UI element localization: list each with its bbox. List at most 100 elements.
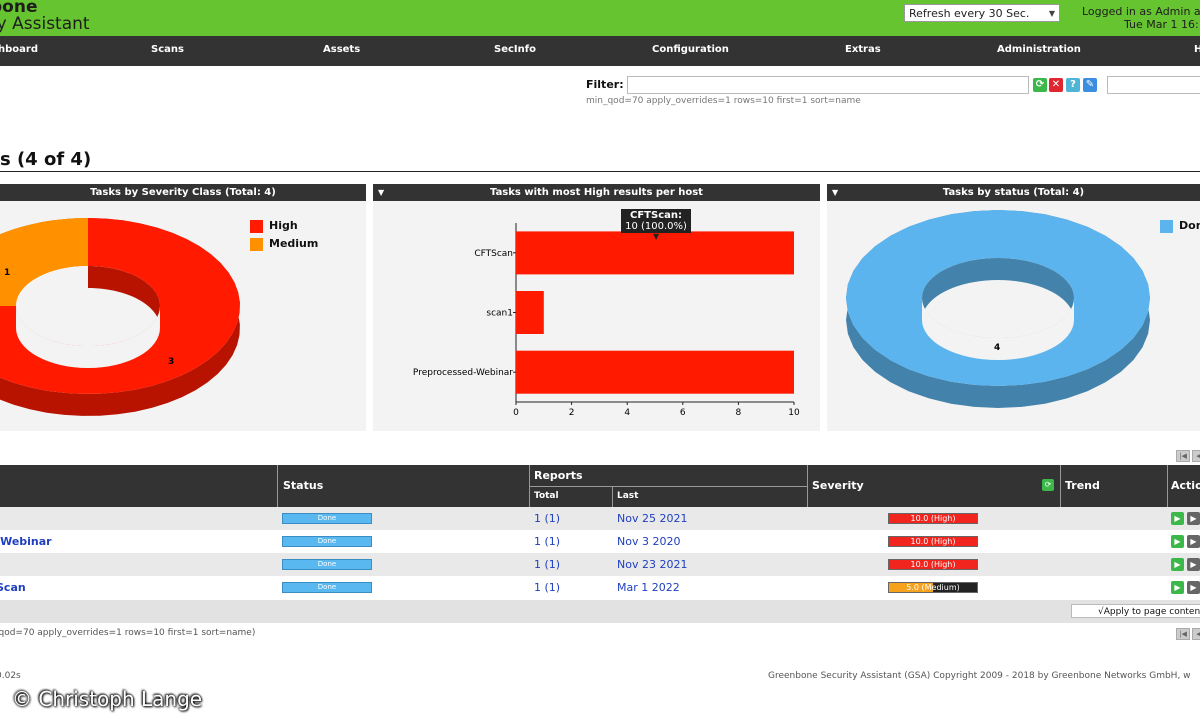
status-title-text: Tasks by status (Total: 4) <box>942 187 1085 198</box>
refresh-select[interactable]: Refresh every 30 Sec. ▼ <box>904 4 1060 22</box>
x-tick-label: 8 <box>736 408 742 418</box>
slice-label-high: 3 <box>168 357 174 367</box>
tooltip-value: 10 (100.0%) <box>625 221 687 232</box>
legend-done-swatch <box>1160 220 1173 233</box>
header-trend[interactable]: Trend <box>1065 479 1100 492</box>
collapse-icon[interactable]: ▼ <box>832 184 838 201</box>
status-badge: Done <box>282 582 372 593</box>
header-last[interactable]: Last <box>617 491 638 501</box>
start-task-icon[interactable]: ▶ <box>1171 558 1184 571</box>
start-task-icon[interactable]: ▶ <box>1171 535 1184 548</box>
x-tick-label: 2 <box>569 408 575 418</box>
high-results-chart-title: ▼ Tasks with most High results per host <box>373 184 820 201</box>
legend-done-label: Don <box>1179 219 1200 232</box>
bar-tooltip: CFTScan: 10 (100.0%) <box>621 209 691 233</box>
datetime-label: Tue Mar 1 16: <box>1124 18 1199 31</box>
status-chart-title: ▼ Tasks by status (Total: 4) <box>827 184 1200 201</box>
header-total[interactable]: Total <box>534 491 559 501</box>
header-status[interactable]: Status <box>283 479 323 492</box>
severity-chart-title: Tasks by Severity Class (Total: 4) <box>0 184 366 201</box>
column-divider <box>612 486 613 507</box>
bar-scan1[interactable] <box>516 291 544 334</box>
table-row: Done 1 (1) Nov 23 2021 10.0 (High) ▶ ▶ <box>0 553 1200 576</box>
y-tick-label: scan1 <box>486 309 513 319</box>
high-results-chart-panel: ▼ Tasks with most High results per host … <box>373 184 820 431</box>
x-tick-label: 4 <box>624 408 630 418</box>
first-page-icon[interactable]: |◀ <box>1176 628 1190 640</box>
x-tick-label: 6 <box>680 408 686 418</box>
copyright-text: Greenbone Security Assistant (GSA) Copyr… <box>768 671 1191 681</box>
refresh-icon[interactable]: ⟳ <box>1033 78 1047 92</box>
nav-help[interactable]: H <box>1194 44 1200 55</box>
legend-high-swatch <box>250 220 263 233</box>
resume-task-icon[interactable]: ▶ <box>1187 581 1200 594</box>
collapse-icon[interactable]: ▼ <box>378 184 384 201</box>
task-name-link[interactable]: -Webinar <box>0 535 52 548</box>
high-results-title-text: Tasks with most High results per host <box>490 187 703 198</box>
table-row: Scan Done 1 (1) Mar 1 2022 5.0 (Medium) … <box>0 576 1200 599</box>
edit-icon[interactable]: ✎ <box>1083 78 1097 92</box>
bar-preprocessed-webinar[interactable] <box>516 350 794 394</box>
nav-extras[interactable]: Extras <box>845 44 881 55</box>
top-header: bone ty Assistant Refresh every 30 Sec. … <box>0 0 1200 36</box>
start-task-icon[interactable]: ▶ <box>1171 512 1184 525</box>
column-divider <box>1060 465 1061 507</box>
tasks-table-header: Status Reports Total Last Severity ⟳ Tre… <box>0 465 1200 507</box>
y-tick-label: Preprocessed-Webinar <box>413 368 513 378</box>
report-total-link[interactable]: 1 (1) <box>534 558 560 571</box>
header-severity[interactable]: Severity <box>812 479 864 492</box>
nav-configuration[interactable]: Configuration <box>652 44 729 55</box>
title-divider <box>0 171 1200 172</box>
report-last-link[interactable]: Mar 1 2022 <box>617 581 680 594</box>
severity-refresh-icon[interactable]: ⟳ <box>1042 479 1054 491</box>
prev-page-icon[interactable]: ◀ <box>1192 450 1200 462</box>
delete-icon[interactable]: ✕ <box>1049 78 1063 92</box>
legend-high-label: High <box>269 219 298 232</box>
report-total-link[interactable]: 1 (1) <box>534 512 560 525</box>
help-icon[interactable]: ? <box>1066 78 1080 92</box>
resume-task-icon[interactable]: ▶ <box>1187 512 1200 525</box>
report-last-link[interactable]: Nov 25 2021 <box>617 512 687 525</box>
filter-applied-text: min_qod=70 apply_overrides=1 rows=10 fir… <box>586 96 861 106</box>
header-reports: Reports <box>534 469 583 482</box>
filter-input[interactable] <box>627 76 1029 94</box>
filter-select[interactable] <box>1107 76 1200 94</box>
high-results-bar-chart: CFTScan scan1 Preprocessed-Webinar 0 2 4 6 8 10 <box>413 223 800 418</box>
legend-medium-swatch <box>250 238 263 251</box>
response-time: 0.02s <box>0 671 21 681</box>
start-task-icon[interactable]: ▶ <box>1171 581 1184 594</box>
logged-in-label: Logged in as Admin a <box>1082 5 1200 18</box>
table-footer <box>0 600 1200 623</box>
status-badge: Done <box>282 513 372 524</box>
first-page-icon[interactable]: |◀ <box>1176 450 1190 462</box>
y-tick-label: CFTScan <box>474 249 513 259</box>
prev-page-icon[interactable]: ◀ <box>1192 628 1200 640</box>
report-total-link[interactable]: 1 (1) <box>534 535 560 548</box>
slice-label-medium: 1 <box>4 268 10 278</box>
report-last-link[interactable]: Nov 3 2020 <box>617 535 680 548</box>
brand-subtitle: ty Assistant <box>0 14 90 34</box>
table-row: Done 1 (1) Nov 25 2021 10.0 (High) ▶ ▶ <box>0 507 1200 530</box>
resume-task-icon[interactable]: ▶ <box>1187 535 1200 548</box>
report-total-link[interactable]: 1 (1) <box>534 581 560 594</box>
filter-label: Filter: <box>586 78 624 91</box>
legend-medium-label: Medium <box>269 237 319 250</box>
nav-dashboard[interactable]: hboard <box>0 44 38 55</box>
severity-badge: 5.0 (Medium) <box>888 582 978 593</box>
apply-to-select[interactable]: √Apply to page conten <box>1071 604 1200 618</box>
photo-credit-watermark: © Christoph Lange <box>12 687 203 711</box>
x-tick-label: 10 <box>788 408 800 418</box>
nav-secinfo[interactable]: SecInfo <box>494 44 536 55</box>
task-name-link[interactable]: Scan <box>0 581 26 594</box>
resume-task-icon[interactable]: ▶ <box>1187 558 1200 571</box>
severity-badge: 10.0 (High) <box>888 536 978 547</box>
bottom-filter-text: _qod=70 apply_overrides=1 rows=10 first=… <box>0 628 256 638</box>
status-donut-chart: 4 <box>846 210 1150 408</box>
nav-scans[interactable]: Scans <box>151 44 184 55</box>
report-last-link[interactable]: Nov 23 2021 <box>617 558 687 571</box>
status-badge: Done <box>282 559 372 570</box>
status-chart-panel: ▼ Tasks by status (Total: 4) 4 Don <box>827 184 1200 431</box>
nav-assets[interactable]: Assets <box>323 44 360 55</box>
column-divider <box>1167 465 1168 507</box>
nav-administration[interactable]: Administration <box>997 44 1081 55</box>
